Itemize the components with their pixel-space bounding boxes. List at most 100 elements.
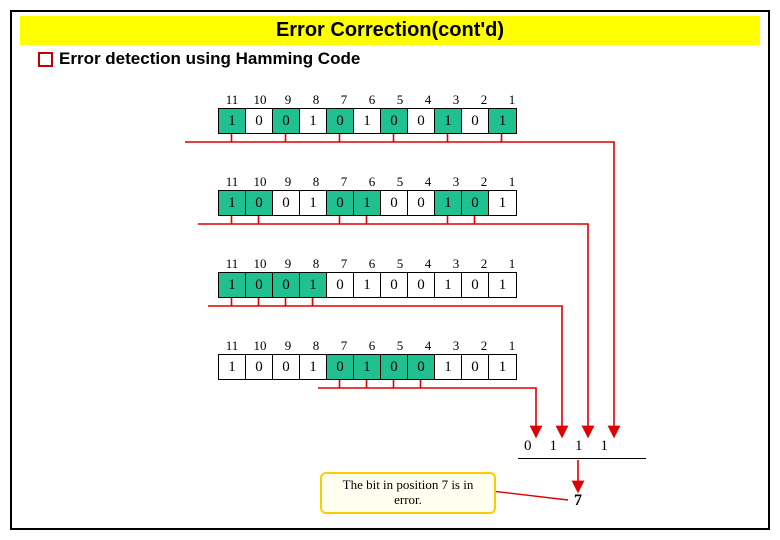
bullet-line: Error detection using Hamming Code xyxy=(12,47,768,69)
bit-cell: 0 xyxy=(327,273,354,297)
bit-cell: 1 xyxy=(354,273,381,297)
position-label: 2 xyxy=(470,174,498,190)
connector-lines xyxy=(48,82,748,522)
syndrome-bit: 0 xyxy=(524,438,532,455)
bit-cell: 1 xyxy=(219,273,246,297)
bit-cell: 1 xyxy=(489,109,516,133)
bit-cell: 0 xyxy=(273,109,300,133)
bit-cell: 1 xyxy=(489,273,516,297)
bit-cell: 0 xyxy=(462,109,489,133)
position-label: 7 xyxy=(330,338,358,354)
position-label: 7 xyxy=(330,256,358,272)
error-position-value: 7 xyxy=(574,492,582,510)
position-label: 2 xyxy=(470,338,498,354)
syndrome-bits: 0111 xyxy=(524,438,608,455)
position-labels: 1110987654321 xyxy=(218,92,526,108)
bit-cell: 1 xyxy=(489,191,516,215)
bit-cell: 0 xyxy=(408,191,435,215)
position-labels: 1110987654321 xyxy=(218,256,526,272)
code-row-4: 1110987654321 10010100101 xyxy=(218,338,526,380)
position-label: 11 xyxy=(218,92,246,108)
syndrome-bit: 1 xyxy=(575,438,583,455)
bit-cell: 0 xyxy=(381,355,408,379)
bullet-text: Error detection using Hamming Code xyxy=(59,49,360,68)
bit-cell: 0 xyxy=(327,109,354,133)
bit-cell: 0 xyxy=(381,191,408,215)
error-note: The bit in position 7 is in error. xyxy=(320,472,496,514)
bit-cells: 10010100101 xyxy=(218,190,517,216)
code-row-2: 1110987654321 10010100101 xyxy=(218,174,526,216)
syndrome-bit: 1 xyxy=(601,438,609,455)
position-label: 8 xyxy=(302,174,330,190)
bit-cell: 0 xyxy=(462,191,489,215)
position-label: 5 xyxy=(386,338,414,354)
position-label: 9 xyxy=(274,256,302,272)
position-label: 11 xyxy=(218,338,246,354)
position-label: 5 xyxy=(386,174,414,190)
bit-cell: 1 xyxy=(300,109,327,133)
position-label: 11 xyxy=(218,256,246,272)
position-label: 1 xyxy=(498,256,526,272)
position-label: 10 xyxy=(246,174,274,190)
bit-cell: 0 xyxy=(381,109,408,133)
position-label: 6 xyxy=(358,256,386,272)
position-label: 10 xyxy=(246,338,274,354)
bit-cell: 0 xyxy=(408,109,435,133)
bit-cell: 1 xyxy=(354,109,381,133)
position-labels: 1110987654321 xyxy=(218,174,526,190)
bit-cell: 1 xyxy=(219,355,246,379)
position-label: 3 xyxy=(442,92,470,108)
bullet-icon xyxy=(38,52,53,67)
position-label: 2 xyxy=(470,92,498,108)
bit-cell: 0 xyxy=(327,191,354,215)
bit-cell: 1 xyxy=(300,273,327,297)
position-label: 4 xyxy=(414,338,442,354)
position-label: 1 xyxy=(498,92,526,108)
code-row-1: 1110987654321 10010100101 xyxy=(218,92,526,134)
position-label: 7 xyxy=(330,92,358,108)
position-label: 3 xyxy=(442,256,470,272)
position-label: 11 xyxy=(218,174,246,190)
position-labels: 1110987654321 xyxy=(218,338,526,354)
position-label: 9 xyxy=(274,174,302,190)
position-label: 4 xyxy=(414,92,442,108)
bit-cell: 1 xyxy=(435,191,462,215)
bit-cell: 1 xyxy=(435,273,462,297)
slide-title: Error Correction(cont'd) xyxy=(20,16,760,45)
bit-cell: 0 xyxy=(273,191,300,215)
position-label: 6 xyxy=(358,338,386,354)
bit-cell: 1 xyxy=(354,191,381,215)
position-label: 9 xyxy=(274,338,302,354)
bit-cell: 1 xyxy=(219,109,246,133)
bit-cell: 0 xyxy=(381,273,408,297)
position-label: 7 xyxy=(330,174,358,190)
syndrome-underline xyxy=(518,458,646,459)
bit-cells: 10010100101 xyxy=(218,108,517,134)
bit-cell: 1 xyxy=(219,191,246,215)
bit-cell: 0 xyxy=(408,273,435,297)
bit-cell: 0 xyxy=(246,109,273,133)
bit-cell: 0 xyxy=(246,273,273,297)
position-label: 3 xyxy=(442,338,470,354)
bit-cell: 1 xyxy=(354,355,381,379)
bit-cell: 0 xyxy=(462,273,489,297)
position-label: 4 xyxy=(414,256,442,272)
position-label: 9 xyxy=(274,92,302,108)
position-label: 1 xyxy=(498,174,526,190)
syndrome-bit: 1 xyxy=(550,438,558,455)
bit-cell: 0 xyxy=(273,355,300,379)
position-label: 8 xyxy=(302,338,330,354)
bit-cell: 1 xyxy=(435,109,462,133)
bit-cell: 0 xyxy=(327,355,354,379)
bit-cell: 0 xyxy=(462,355,489,379)
bit-cells: 10010100101 xyxy=(218,272,517,298)
bit-cell: 1 xyxy=(489,355,516,379)
position-label: 5 xyxy=(386,256,414,272)
hamming-diagram: 1110987654321 10010100101 1110987654321 … xyxy=(48,82,748,522)
position-label: 5 xyxy=(386,92,414,108)
bit-cell: 1 xyxy=(300,191,327,215)
position-label: 8 xyxy=(302,256,330,272)
bit-cell: 0 xyxy=(273,273,300,297)
position-label: 10 xyxy=(246,92,274,108)
bit-cell: 1 xyxy=(435,355,462,379)
